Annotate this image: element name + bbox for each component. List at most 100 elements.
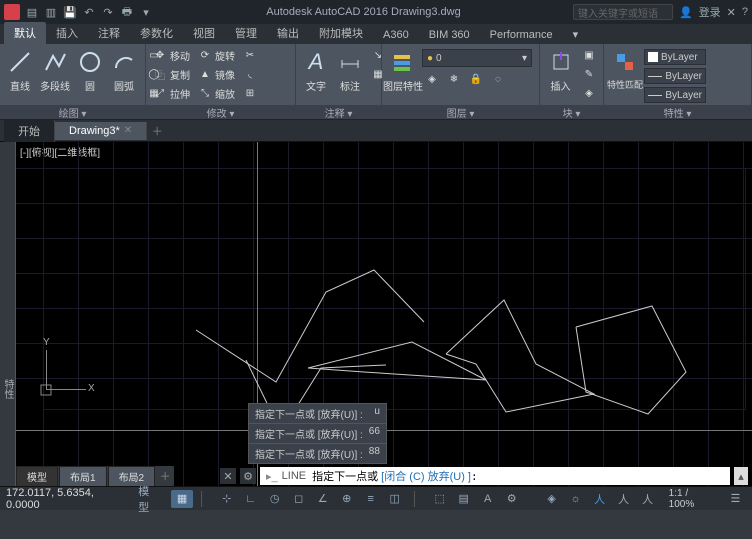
dim-button[interactable]: 标注: [334, 46, 366, 95]
app-icon[interactable]: [4, 4, 20, 20]
ortho-toggle-icon[interactable]: ∟: [240, 490, 262, 508]
color-dropdown[interactable]: ByLayer: [644, 49, 706, 65]
tab-manage[interactable]: 管理: [225, 22, 267, 44]
snap-toggle-icon[interactable]: ⊹: [216, 490, 238, 508]
exchange-icon[interactable]: ✕: [727, 6, 736, 19]
palette-tab-properties[interactable]: 特性: [0, 142, 16, 486]
tab-a360[interactable]: A360: [373, 26, 419, 44]
mirror-button[interactable]: ▲镜像: [195, 65, 238, 83]
layer-freeze-button[interactable]: ❄: [444, 70, 464, 88]
cmd-expand-icon[interactable]: ▴: [734, 467, 748, 485]
draw-panel-title[interactable]: 绘图 ▾: [0, 105, 145, 119]
polyline-button[interactable]: 多段线: [38, 46, 72, 95]
props-panel-title[interactable]: 特性 ▾: [604, 105, 751, 119]
insert-button[interactable]: 插入: [544, 46, 577, 95]
ws-toggle-icon[interactable]: ⚙: [501, 490, 523, 508]
rotate-button[interactable]: ⟳旋转: [195, 46, 238, 64]
tab-parametric[interactable]: 参数化: [130, 22, 183, 44]
matchprops-button[interactable]: 特性匹配: [608, 46, 642, 93]
tab-annotate[interactable]: 注释: [88, 22, 130, 44]
hw-toggle-icon[interactable]: ☼: [565, 490, 587, 508]
line-button[interactable]: 直线: [4, 46, 36, 95]
annot-panel-title[interactable]: 注释 ▾: [296, 105, 381, 119]
matchprops-label: 特性匹配: [607, 78, 643, 91]
model-tab[interactable]: 模型: [16, 466, 58, 486]
signin-icon[interactable]: 👤: [679, 6, 693, 19]
qat-dropdown-icon[interactable]: ▾: [138, 4, 154, 20]
cmd-close-icon[interactable]: ✕: [220, 468, 236, 484]
transparency-toggle-icon[interactable]: ◫: [384, 490, 406, 508]
sc-toggle-icon[interactable]: ⬚: [429, 490, 451, 508]
search-input[interactable]: 键入关键字或短语: [573, 4, 673, 20]
cmd-config-icon[interactable]: ⚙: [240, 468, 256, 484]
grid-toggle-icon[interactable]: ▦: [171, 490, 192, 508]
qat-redo-icon[interactable]: ↷: [100, 4, 116, 20]
drawing-area[interactable]: 特性 [-][俯视][二维线框] Y X: [0, 142, 752, 486]
otrack-toggle-icon[interactable]: ∠: [312, 490, 334, 508]
tab-performance[interactable]: Performance: [480, 26, 563, 44]
array-button[interactable]: ⊞: [240, 84, 260, 102]
osnap-toggle-icon[interactable]: ◻: [288, 490, 310, 508]
help-icon[interactable]: ?: [742, 6, 748, 18]
tab-insert[interactable]: 插入: [46, 22, 88, 44]
trim-button[interactable]: ✂: [240, 46, 260, 64]
qat-new-icon[interactable]: ▤: [24, 4, 40, 20]
layer-off-button[interactable]: ◌: [488, 70, 508, 88]
modelspace-toggle[interactable]: 模型: [132, 490, 165, 508]
close-tab-icon[interactable]: ✕: [124, 125, 132, 136]
stretch-button[interactable]: ⤢拉伸: [150, 84, 193, 102]
qat-undo-icon[interactable]: ↶: [81, 4, 97, 20]
edit-block-button[interactable]: ✎: [579, 65, 599, 83]
tab-view[interactable]: 视图: [183, 22, 225, 44]
layout2-tab[interactable]: 布局2: [108, 466, 156, 486]
lineweight-dropdown[interactable]: ByLayer: [644, 68, 706, 84]
layers-panel-title[interactable]: 图层 ▾: [382, 105, 539, 119]
annot-auto-icon[interactable]: 人: [637, 490, 659, 508]
dim-label: 标注: [340, 78, 360, 93]
layer-dropdown[interactable]: ● 0 ▾: [422, 49, 532, 67]
qat-save-icon[interactable]: 💾: [62, 4, 78, 20]
modify-panel-title[interactable]: 修改 ▾: [146, 105, 295, 119]
file-tab-start[interactable]: 开始: [4, 120, 55, 142]
file-tab-drawing[interactable]: Drawing3*✕: [55, 122, 147, 140]
dyninput-toggle-icon[interactable]: ⊕: [336, 490, 358, 508]
file-tab-add[interactable]: ＋: [147, 123, 167, 139]
qat-print-icon[interactable]: 🖶: [119, 4, 135, 20]
linetype-dropdown[interactable]: ByLayer: [644, 87, 706, 103]
arc-button[interactable]: 圆弧: [108, 46, 140, 95]
tab-addons[interactable]: 附加模块: [309, 22, 373, 44]
circle-button[interactable]: 圆: [74, 46, 106, 95]
layout1-tab[interactable]: 布局1: [59, 466, 107, 486]
layout-add-button[interactable]: ＋: [156, 468, 174, 484]
fillet-button[interactable]: ◟: [240, 65, 260, 83]
tab-output[interactable]: 输出: [267, 22, 309, 44]
qp-toggle-icon[interactable]: ▤: [453, 490, 475, 508]
lwt-toggle-icon[interactable]: ≡: [360, 490, 382, 508]
tab-bim360[interactable]: BIM 360: [419, 26, 480, 44]
move-button[interactable]: ✥移动: [150, 46, 193, 64]
layerprops-button[interactable]: 图层特性: [386, 46, 420, 95]
annoscale-icon[interactable]: A: [477, 490, 499, 508]
customize-icon[interactable]: ☰: [725, 490, 746, 508]
zoom-scale[interactable]: 1:1 / 100%: [665, 488, 719, 510]
layer-iso-button[interactable]: ◈: [422, 70, 442, 88]
create-block-button[interactable]: ▣: [579, 46, 599, 64]
copy-button[interactable]: ⿻复制: [150, 65, 193, 83]
polar-toggle-icon[interactable]: ◷: [264, 490, 286, 508]
block-panel-title[interactable]: 块 ▾: [540, 105, 603, 119]
scale-button[interactable]: ⤡缩放: [195, 84, 238, 102]
text-button[interactable]: A文字: [300, 46, 332, 95]
iso-toggle-icon[interactable]: ◈: [541, 490, 563, 508]
layer-lock-button[interactable]: 🔒: [466, 70, 486, 88]
tab-expander-icon[interactable]: ▾: [563, 25, 589, 44]
annot-vis-icon[interactable]: 人: [613, 490, 635, 508]
attr-button[interactable]: ◈: [579, 84, 599, 102]
file-tabs: 开始 Drawing3*✕ ＋: [0, 120, 752, 142]
command-input[interactable]: ▸_ LINE 指定下一点或 [闭合 (C) 放弃(U) ]:: [260, 467, 730, 485]
tab-default[interactable]: 默认: [4, 22, 46, 44]
command-line[interactable]: ✕ ⚙ ▸_ LINE 指定下一点或 [闭合 (C) 放弃(U) ]: ▴: [220, 466, 748, 486]
signin-label[interactable]: 登录: [699, 4, 721, 20]
qat-open-icon[interactable]: ▥: [43, 4, 59, 20]
people-icon[interactable]: 人: [589, 490, 611, 508]
coordinates-readout[interactable]: 172.0117, 5.6354, 0.0000: [6, 487, 126, 511]
